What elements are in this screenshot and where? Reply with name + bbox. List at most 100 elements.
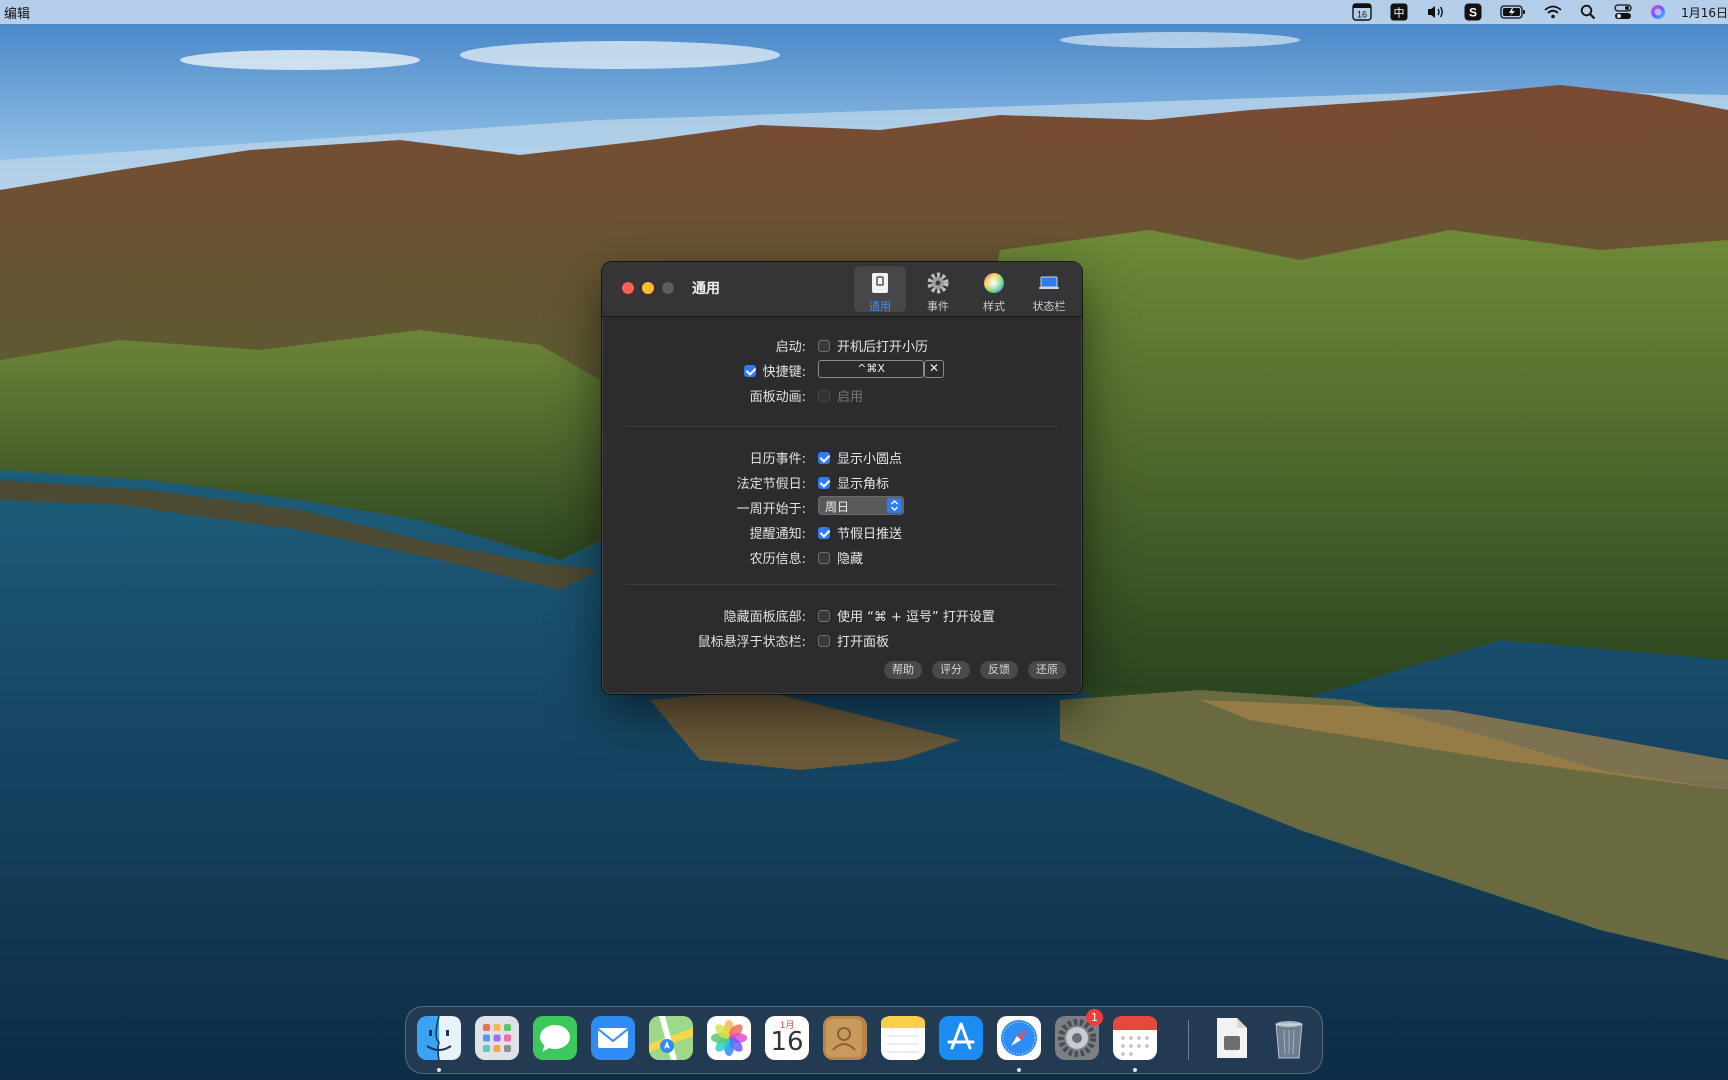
row-panel-animation: 面板动画: 启用 bbox=[602, 383, 1082, 405]
app-store-icon[interactable] bbox=[937, 1014, 985, 1062]
row-calendar-events: 日历事件: 显示小圆点 bbox=[602, 445, 1082, 467]
rate-button[interactable]: 评分 bbox=[932, 661, 970, 679]
wifi-icon[interactable] bbox=[1535, 0, 1571, 24]
panel-animation-label: 面板动画: bbox=[749, 390, 806, 405]
svg-text:中: 中 bbox=[1394, 7, 1405, 20]
launch-option-label: 开机后打开小历 bbox=[837, 340, 929, 355]
open-panel-on-hover-checkbox[interactable]: 打开面板 bbox=[818, 631, 889, 650]
battery-icon[interactable] bbox=[1491, 0, 1535, 24]
general-icon bbox=[872, 273, 888, 293]
holiday-push-checkbox[interactable]: 节假日推送 bbox=[818, 523, 902, 542]
trash-icon[interactable] bbox=[1265, 1014, 1313, 1062]
checkbox-box[interactable] bbox=[818, 634, 830, 647]
zoom-button[interactable] bbox=[662, 282, 674, 294]
hide-panel-bottom-label: 隐藏面板底部: bbox=[723, 610, 806, 625]
calendar-icon[interactable]: 1月 16 bbox=[763, 1014, 811, 1062]
settings-window: 通用 通用 事件 样式 状态栏 启动: 开机后打开小历 快捷键: ^⌘X ✕ 面… bbox=[602, 262, 1082, 694]
week-start-select[interactable]: 周日 bbox=[818, 496, 904, 515]
row-hide-panel-bottom: 隐藏面板底部: 使用 “⌘ + 逗号” 打开设置 bbox=[602, 603, 1082, 625]
siri-icon[interactable] bbox=[1641, 0, 1675, 24]
close-button[interactable] bbox=[622, 282, 634, 294]
chevron-updown-icon bbox=[887, 498, 902, 513]
calendar-day: 16 bbox=[770, 1027, 804, 1057]
hover-statusbar-label: 鼠标悬浮于状态栏: bbox=[697, 635, 806, 650]
tab-events[interactable]: 事件 bbox=[912, 266, 964, 313]
running-indicator bbox=[1133, 1068, 1137, 1072]
help-button[interactable]: 帮助 bbox=[884, 661, 922, 679]
checkbox-box[interactable] bbox=[818, 339, 830, 352]
photos-icon[interactable] bbox=[705, 1014, 753, 1062]
running-indicator bbox=[1017, 1068, 1021, 1072]
contacts-icon[interactable] bbox=[821, 1014, 869, 1062]
xiaoli-calendar-icon[interactable] bbox=[1111, 1014, 1159, 1062]
app-menu-edit[interactable]: 编辑 bbox=[4, 3, 30, 22]
launchpad-icon[interactable] bbox=[473, 1014, 521, 1062]
calendar-badge-icon[interactable]: 16 bbox=[1343, 0, 1381, 24]
row-holidays: 法定节假日: 显示角标 bbox=[602, 470, 1082, 492]
show-badge-label: 显示角标 bbox=[837, 477, 890, 492]
show-badge-checkbox[interactable]: 显示角标 bbox=[818, 473, 889, 492]
shortcut-label-group: 快捷键: bbox=[743, 361, 806, 380]
system-settings-icon[interactable]: 1 bbox=[1053, 1009, 1103, 1062]
feedback-button[interactable]: 反馈 bbox=[980, 661, 1018, 679]
row-hover-statusbar: 鼠标悬浮于状态栏: 打开面板 bbox=[602, 628, 1082, 650]
tab-style[interactable]: 样式 bbox=[968, 266, 1020, 313]
lunar-label: 农历信息: bbox=[749, 552, 806, 567]
notes-icon[interactable] bbox=[879, 1014, 927, 1062]
volume-icon[interactable] bbox=[1417, 0, 1455, 24]
checkbox-box[interactable] bbox=[818, 476, 830, 489]
hide-lunar-label: 隐藏 bbox=[837, 552, 864, 567]
search-icon[interactable] bbox=[1571, 0, 1605, 24]
row-reminders: 提醒通知: 节假日推送 bbox=[602, 520, 1082, 542]
dock: 1月 16 1 bbox=[405, 1006, 1323, 1074]
show-dots-checkbox[interactable]: 显示小圆点 bbox=[818, 448, 902, 467]
panel-animation-option-label: 启用 bbox=[837, 390, 864, 405]
checkbox-box[interactable] bbox=[818, 389, 830, 402]
tab-general[interactable]: 通用 bbox=[854, 266, 906, 313]
svg-text:S: S bbox=[1469, 6, 1477, 20]
messages-icon[interactable] bbox=[531, 1014, 579, 1062]
section-divider bbox=[626, 584, 1058, 585]
hide-lunar-checkbox[interactable]: 隐藏 bbox=[818, 548, 863, 567]
finder-icon[interactable] bbox=[415, 1014, 463, 1062]
tab-events-label: 事件 bbox=[927, 300, 949, 313]
tab-statusbar[interactable]: 状态栏 bbox=[1023, 266, 1075, 313]
holidays-label: 法定节假日: bbox=[736, 477, 806, 492]
open-panel-label: 打开面板 bbox=[837, 635, 890, 650]
holiday-push-label: 节假日推送 bbox=[837, 527, 903, 542]
row-lunar: 农历信息: 隐藏 bbox=[602, 545, 1082, 567]
maps-icon[interactable] bbox=[647, 1014, 695, 1062]
laptop-icon bbox=[1039, 276, 1059, 289]
svg-text:16: 16 bbox=[1357, 10, 1367, 20]
dock-separator bbox=[1188, 1020, 1189, 1060]
input-method-icon[interactable]: 中 bbox=[1381, 0, 1417, 24]
menubar-date[interactable]: 1月16日 bbox=[1675, 0, 1728, 24]
shortcut-label: 快捷键: bbox=[762, 365, 806, 380]
shortcut-recorder-field[interactable]: ^⌘X bbox=[818, 360, 924, 378]
checkbox-box[interactable] bbox=[818, 551, 830, 564]
tab-general-label: 通用 bbox=[869, 300, 891, 313]
s-app-icon[interactable]: S bbox=[1455, 0, 1491, 24]
checkbox-box[interactable] bbox=[818, 609, 830, 622]
control-center-icon[interactable] bbox=[1605, 0, 1641, 24]
notification-badge: 1 bbox=[1086, 1009, 1103, 1026]
document-icon[interactable] bbox=[1207, 1014, 1255, 1062]
reminders-label: 提醒通知: bbox=[749, 527, 806, 542]
shortcut-clear-button[interactable]: ✕ bbox=[924, 360, 944, 378]
tab-statusbar-label: 状态栏 bbox=[1032, 300, 1066, 313]
minimize-button[interactable] bbox=[642, 282, 654, 294]
shortcut-enable-checkbox[interactable] bbox=[743, 364, 756, 377]
panel-animation-checkbox[interactable]: 启用 bbox=[818, 386, 863, 405]
restore-button[interactable]: 还原 bbox=[1028, 661, 1066, 679]
hide-panel-bottom-checkbox[interactable]: 使用 “⌘ + 逗号” 打开设置 bbox=[818, 606, 995, 625]
row-week-start: 一周开始于: 周日 bbox=[602, 495, 1082, 517]
mail-icon[interactable] bbox=[589, 1014, 637, 1062]
checkbox-box[interactable] bbox=[818, 526, 830, 539]
checkbox-box[interactable] bbox=[818, 451, 830, 464]
color-wheel-icon bbox=[984, 273, 1004, 293]
safari-icon[interactable] bbox=[995, 1014, 1043, 1062]
window-title: 通用 bbox=[692, 281, 720, 297]
launch-at-login-checkbox[interactable]: 开机后打开小历 bbox=[818, 336, 928, 355]
running-indicator bbox=[437, 1068, 441, 1072]
row-shortcut: 快捷键: ^⌘X ✕ bbox=[602, 358, 1082, 380]
